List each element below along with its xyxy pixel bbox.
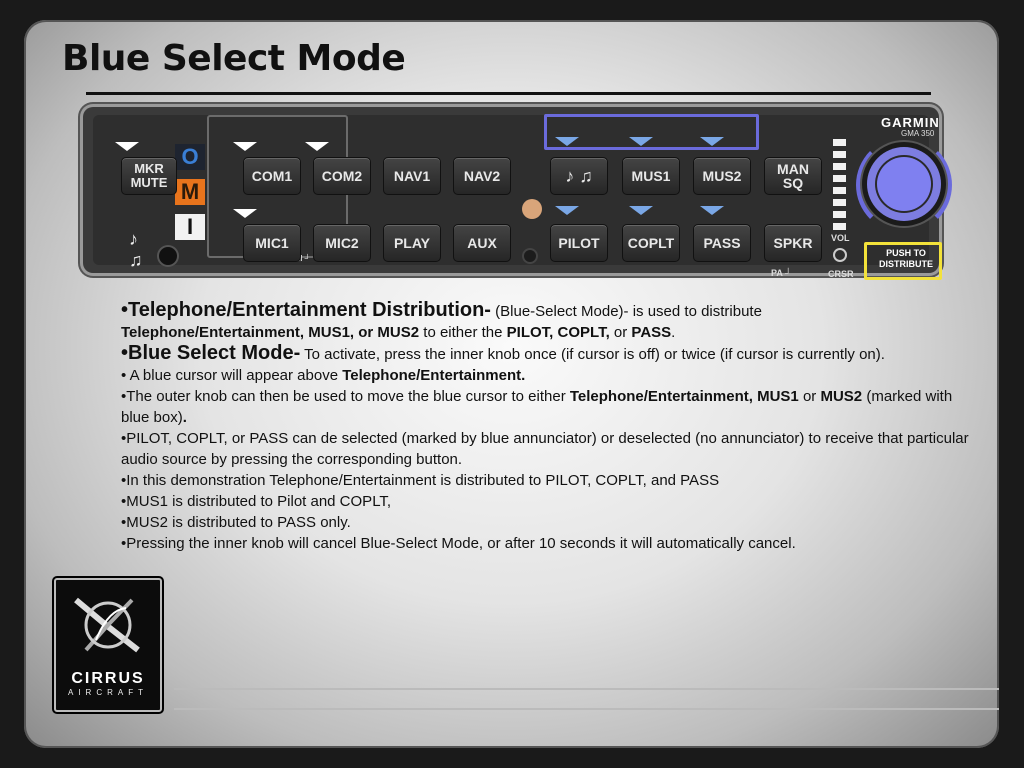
- text-run: • A blue cursor will appear above: [121, 367, 343, 384]
- paragraph-demo: •In this demonstration Telephone/Enterta…: [121, 472, 720, 489]
- vol-crsr-icon: [833, 248, 847, 262]
- headphone-jack: [159, 247, 177, 265]
- volume-led: [833, 151, 846, 158]
- marker-i-light: I: [175, 214, 205, 240]
- text-run: To activate, press the inner knob once (…: [300, 346, 885, 363]
- text-run: .: [182, 409, 187, 426]
- paragraph-outer-knob: •The outer knob can then be used to move…: [121, 386, 981, 428]
- mkr-mute-label: MKR MUTE: [130, 161, 168, 190]
- blue-select-heading: •Blue Select Mode-: [121, 342, 301, 364]
- text-run: Telephone/Entertainment, MUS1: [569, 388, 799, 405]
- paragraph-mus1: •MUS1 is distributed to Pilot and COPLT,: [121, 493, 392, 510]
- mic1-button[interactable]: MIC1: [243, 224, 301, 262]
- volume-led: [833, 187, 846, 194]
- slide-title: Blue Select Mode: [62, 38, 406, 79]
- stripe: [174, 688, 999, 690]
- mkr-annunciator-icon: [115, 142, 139, 151]
- mus1-button[interactable]: MUS1: [622, 157, 680, 195]
- inner-knob[interactable]: [877, 157, 931, 211]
- mic-hole: [524, 250, 536, 262]
- volume-led: [833, 211, 846, 218]
- telephone-music-icon: ♪ ♫: [129, 229, 143, 270]
- tel-ent-button[interactable]: ♪ ♫: [550, 157, 608, 195]
- body-text: •Telephone/Entertainment Distribution- (…: [121, 300, 981, 554]
- push-to-distribute-highlight: [864, 242, 942, 280]
- mus2-button[interactable]: MUS2: [693, 157, 751, 195]
- paragraph-distribution: •Telephone/Entertainment Distribution- (…: [121, 300, 981, 343]
- text-run: .: [671, 324, 676, 341]
- paragraph-select: •PILOT, COPLT, or PASS can de selected (…: [121, 430, 969, 468]
- decorative-stripes: [174, 680, 999, 730]
- text-run: (Blue-Select Mode)- is used to distribut…: [490, 303, 762, 320]
- logo-subtitle: AIRCRAFT: [68, 688, 148, 697]
- marker-m-light: M: [175, 179, 205, 205]
- cirrus-emblem-icon: [74, 597, 140, 653]
- com2-button[interactable]: COM2: [313, 157, 371, 195]
- text-run: Telephone/Entertainment, MUS1, or MUS2: [121, 324, 420, 341]
- pilot-button[interactable]: PILOT: [550, 224, 608, 262]
- cirrus-logo: CIRRUS AIRCRAFT: [54, 578, 162, 712]
- vol-label: VOL: [831, 233, 850, 243]
- text-run: PASS: [631, 324, 672, 341]
- paragraph-cursor: • A blue cursor will appear above Teleph…: [121, 365, 981, 386]
- pass-blue-annunciator-icon: [700, 206, 724, 215]
- nav2-button[interactable]: NAV2: [453, 157, 511, 195]
- distribution-heading: •Telephone/Entertainment Distribution-: [121, 299, 491, 321]
- man-sq-button[interactable]: MAN SQ: [764, 157, 822, 195]
- volume-led: [833, 223, 846, 230]
- coplt-button[interactable]: COPLT: [622, 224, 680, 262]
- nav1-button[interactable]: NAV1: [383, 157, 441, 195]
- marker-o-light: O: [175, 144, 205, 170]
- coplt-blue-annunciator-icon: [629, 206, 653, 215]
- paragraph-mus2: •MUS2 is distributed to PASS only.: [121, 514, 351, 531]
- play-button[interactable]: PLAY: [383, 224, 441, 262]
- crsr-label: CRSR: [828, 269, 854, 279]
- man-sq-label: MAN SQ: [777, 161, 809, 191]
- text-run: Telephone/Entertainment.: [342, 367, 526, 384]
- paragraph-activate: •Blue Select Mode- To activate, press th…: [121, 343, 981, 365]
- pa-label: PA ┘: [771, 268, 792, 278]
- outer-knob[interactable]: [867, 147, 941, 221]
- text-run: PILOT, COPLT,: [506, 324, 610, 341]
- mkr-mute-button[interactable]: MKR MUTE: [121, 157, 177, 195]
- volume-led: [833, 139, 846, 146]
- stripe: [174, 708, 999, 710]
- paragraph-cancel: •Pressing the inner knob will cancel Blu…: [121, 535, 796, 552]
- blue-selection-box: [544, 114, 759, 150]
- text-run: •The outer knob can then be used to move…: [121, 388, 570, 405]
- photocell-sensor: [522, 199, 542, 219]
- aux-button[interactable]: AUX: [453, 224, 511, 262]
- pass-button[interactable]: PASS: [693, 224, 751, 262]
- volume-led: [833, 199, 846, 206]
- text-run: or: [609, 324, 632, 341]
- garmin-logo: GARMIN: [881, 115, 940, 130]
- title-rule: [86, 92, 931, 95]
- slide: Blue Select Mode └ SPLIT COM ┘ O M I MKR…: [24, 20, 999, 748]
- text-run: MUS2: [820, 388, 863, 405]
- volume-led: [833, 163, 846, 170]
- text-run: or: [798, 388, 821, 405]
- logo-wordmark: CIRRUS: [71, 670, 145, 687]
- spkr-button[interactable]: SPKR: [764, 224, 822, 262]
- mic2-button[interactable]: MIC2: [313, 224, 371, 262]
- volume-led: [833, 175, 846, 182]
- audio-panel: └ SPLIT COM ┘ O M I MKR MUTE COM1 COM2 N…: [83, 107, 952, 280]
- text-run: to either the: [419, 324, 507, 341]
- com1-button[interactable]: COM1: [243, 157, 301, 195]
- pilot-blue-annunciator-icon: [555, 206, 579, 215]
